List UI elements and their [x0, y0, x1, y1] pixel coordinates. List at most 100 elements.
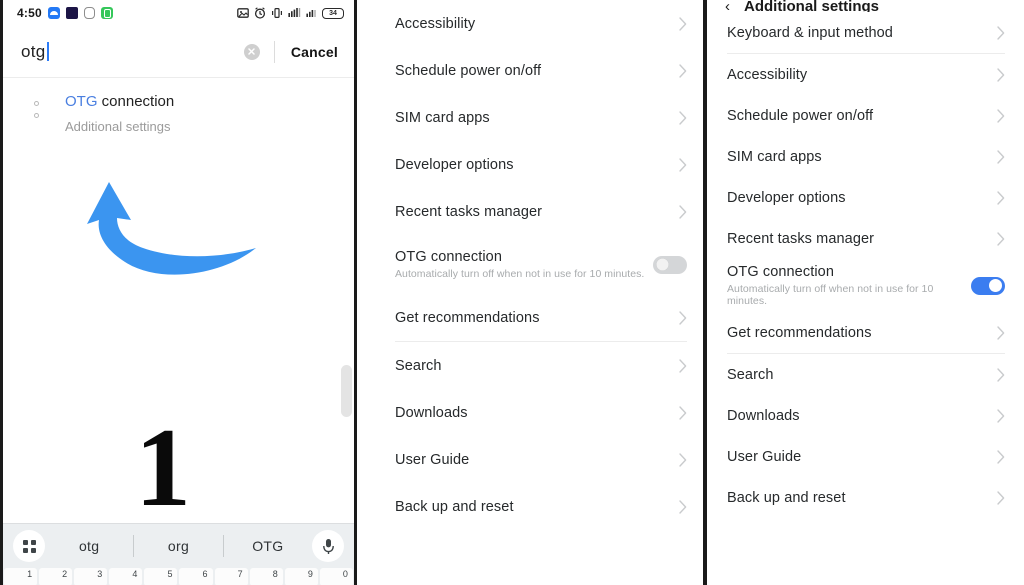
panel-settings-toggle-on: ‹ Additional settings Keyboard & input m…	[705, 0, 1021, 585]
list-item[interactable]: SIM card apps	[707, 136, 1021, 177]
list-item[interactable]: Accessibility	[707, 54, 1021, 95]
keyboard-key-number: 9	[307, 569, 313, 579]
microphone-icon[interactable]	[312, 530, 344, 562]
list-item-label: SIM card apps	[395, 109, 490, 126]
list-item-text: Back up and reset	[395, 499, 514, 515]
keyboard-key[interactable]: 3	[74, 568, 108, 585]
chevron-right-icon	[997, 490, 1005, 505]
keyboard-key[interactable]: 5	[144, 568, 178, 585]
settings-list-2: Accessibility Schedule power on/off SIM ca…	[375, 0, 703, 530]
timer-icon	[83, 7, 95, 19]
chevron-right-icon	[997, 67, 1005, 82]
list-item-label: Back up and reset	[727, 489, 846, 506]
list-item-text: Downloads	[395, 405, 468, 421]
keyboard-key-number: 5	[167, 569, 173, 579]
list-item-label: User Guide	[395, 451, 470, 468]
keyboard-key[interactable]: 7	[214, 568, 248, 585]
list-item[interactable]: User Guide	[707, 436, 1021, 477]
search-bar: otg Cancel	[3, 26, 354, 78]
chevron-right-icon	[997, 231, 1005, 246]
chevron-right-icon	[679, 63, 687, 78]
clear-icon[interactable]	[243, 43, 260, 60]
list-item[interactable]: Downloads	[707, 395, 1021, 436]
keyboard-key[interactable]: 8	[249, 568, 283, 585]
list-item-text: Keyboard & input method	[727, 25, 893, 41]
list-item[interactable]: Accessibility	[375, 0, 703, 47]
list-item-text: SIM card apps	[727, 149, 822, 165]
list-item[interactable]: Schedule power on/off	[375, 47, 703, 94]
back-icon[interactable]: ‹	[725, 0, 730, 12]
list-item-text: Schedule power on/off	[727, 108, 873, 124]
list-item-label: User Guide	[727, 448, 802, 465]
list-item[interactable]: Developer options	[375, 141, 703, 188]
otg-connection-toggle[interactable]	[971, 276, 1005, 295]
list-item[interactable]: Get recommendations	[375, 294, 703, 341]
list-item-text: Search	[395, 358, 442, 374]
list-item-text: Back up and reset	[727, 490, 846, 506]
list-item-text: Search	[727, 367, 774, 383]
search-input[interactable]: otg	[21, 42, 244, 62]
list-item[interactable]: Recent tasks manager	[375, 188, 703, 235]
search-input-value: otg	[21, 41, 46, 61]
list-item-text: Get recommendations	[395, 310, 540, 326]
step-number-1: 1	[135, 406, 191, 530]
list-item[interactable]: Schedule power on/off	[707, 95, 1021, 136]
suggestion-word-3[interactable]: OTG	[224, 538, 312, 554]
otg-connection-toggle[interactable]	[653, 255, 687, 274]
annotation-arrow-up-left	[87, 182, 256, 275]
list-item[interactable]: SIM card apps	[375, 94, 703, 141]
list-item-label: Developer options	[395, 156, 514, 173]
keyboard-grid-icon[interactable]	[13, 530, 45, 562]
scrollbar-thumb[interactable]	[341, 365, 352, 417]
keyboard-key[interactable]: 0	[319, 568, 353, 585]
list-item[interactable]: Search	[707, 354, 1021, 395]
suggestion-word-1[interactable]: otg	[45, 538, 133, 554]
phone-icon	[100, 7, 113, 19]
keyboard-key[interactable]: 9	[284, 568, 318, 585]
bullet-dot	[33, 101, 39, 106]
list-item[interactable]: Downloads	[375, 389, 703, 436]
keyboard-key[interactable]: 6	[179, 568, 213, 585]
list-item[interactable]: Keyboard & input method	[707, 12, 1021, 53]
search-divider	[273, 40, 275, 63]
list-item[interactable]: Back up and reset	[707, 477, 1021, 518]
battery-icon: 34	[322, 7, 344, 19]
list-item[interactable]: Get recommendations	[707, 312, 1021, 353]
keyboard-number-row: 1 2 3 4 5 6 7 8 9 0	[3, 568, 354, 585]
sim-signal-icon	[288, 8, 301, 17]
chevron-right-icon	[679, 358, 687, 373]
list-item-text: Downloads	[727, 408, 800, 424]
list-item-text: Recent tasks manager	[395, 204, 542, 220]
signal-bars-icon	[306, 10, 316, 17]
panel-search-results: 4:50 34 otg Cancel OTG connection Additi…	[0, 0, 357, 585]
search-result-otg-connection[interactable]: OTG connection Additional settings	[3, 92, 354, 135]
keyboard-key-number: 7	[237, 569, 243, 579]
list-item[interactable]: OTG connection Automatically turn off whe…	[707, 259, 1021, 312]
list-item[interactable]: Developer options	[707, 177, 1021, 218]
suggestion-word-2[interactable]: org	[134, 538, 222, 554]
keyboard-key[interactable]: 1	[4, 568, 38, 585]
list-item-label: OTG connection	[395, 249, 502, 265]
keyboard-key-number: 1	[27, 569, 33, 579]
panel-settings-toggle-off: Accessibility Schedule power on/off SIM ca…	[375, 0, 705, 585]
list-item[interactable]: Search	[375, 342, 703, 389]
alarm-icon	[254, 7, 266, 19]
list-item-label: Downloads	[395, 404, 468, 421]
keyboard-key[interactable]: 2	[39, 568, 73, 585]
list-item-label: Recent tasks manager	[395, 203, 543, 220]
panel3-header: ‹ Additional settings	[707, 0, 1021, 12]
list-item[interactable]: Recent tasks manager	[707, 218, 1021, 259]
list-item-label: Get recommendations	[727, 324, 872, 341]
list-item[interactable]: Back up and reset	[375, 483, 703, 530]
list-item-label: Search	[395, 357, 442, 374]
list-item-label: OTG connection	[727, 264, 834, 280]
list-item-label: Keyboard & input method	[727, 24, 893, 41]
keyboard-key[interactable]: 4	[109, 568, 143, 585]
list-item-label: Recent tasks manager	[727, 230, 875, 247]
cancel-button[interactable]: Cancel	[291, 44, 338, 60]
battery-level: 34	[329, 9, 337, 17]
list-item-label: Back up and reset	[395, 498, 514, 515]
list-item-text: Recent tasks manager	[727, 231, 874, 247]
list-item[interactable]: OTG connection Automatically turn off whe…	[375, 235, 703, 294]
list-item[interactable]: User Guide	[375, 436, 703, 483]
